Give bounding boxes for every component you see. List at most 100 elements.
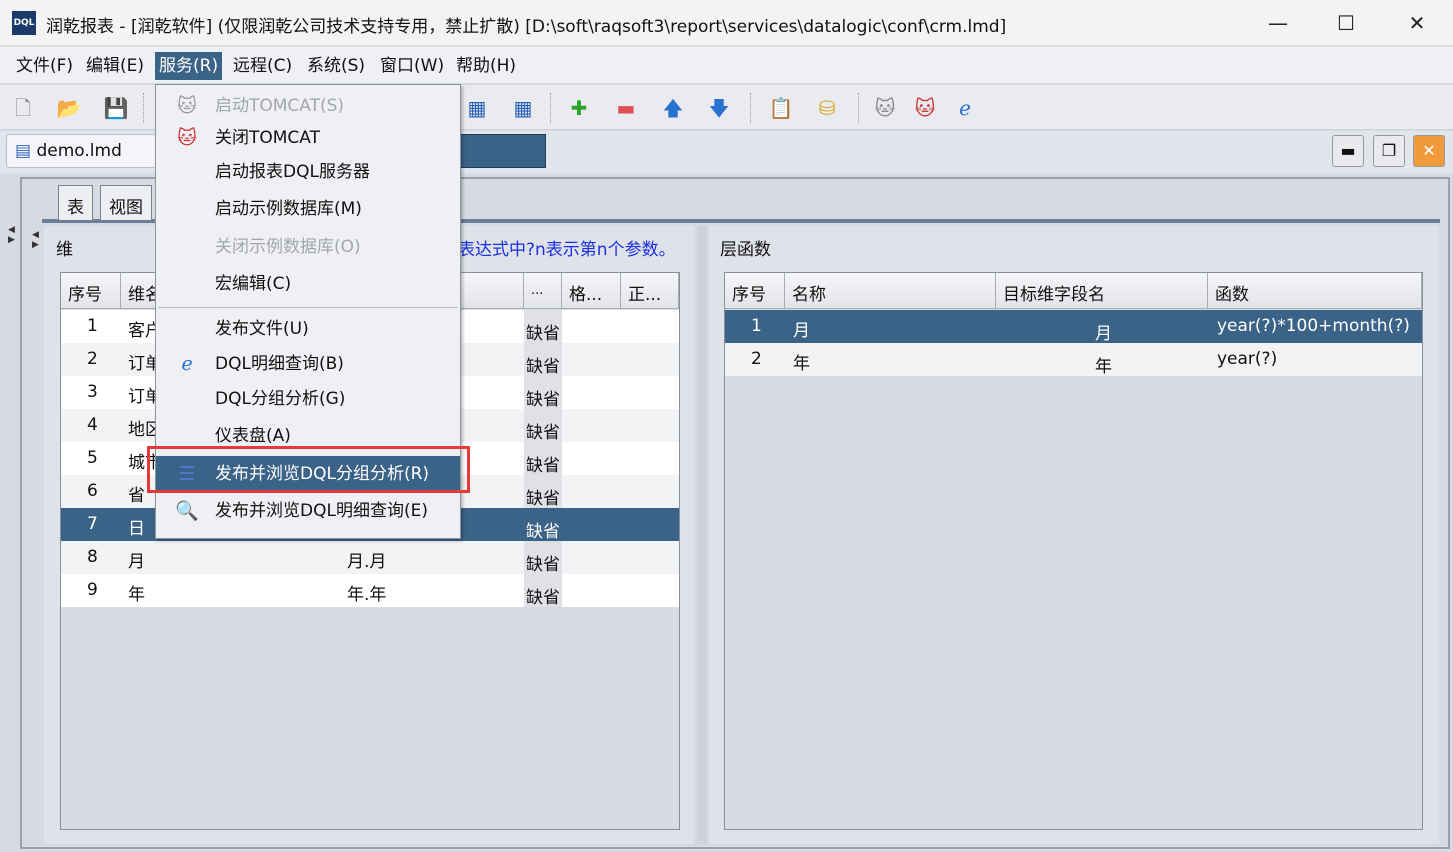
add-icon[interactable]: ✚	[566, 95, 592, 121]
menu-item[interactable]: ℯ DQL明细查询(B)	[156, 346, 460, 382]
menu-item-label: 启动报表DQL服务器	[215, 162, 370, 182]
mdi-close-button[interactable]: ✕	[1413, 135, 1445, 167]
tomcat-start-icon[interactable]: 🐱	[872, 95, 898, 121]
close-button[interactable]: ✕	[1397, 8, 1437, 38]
menu-item-label: 关闭TOMCAT	[215, 128, 320, 148]
save-icon[interactable]: 💾	[103, 95, 129, 121]
row-expr: 月.月	[347, 552, 387, 572]
menu-help[interactable]: 帮助(H)	[452, 52, 520, 80]
document-icon: ▤	[15, 141, 37, 161]
menu-item[interactable]: 发布文件(U)	[156, 311, 460, 347]
ie-icon[interactable]: ℯ	[952, 95, 978, 121]
dimension-title: 维	[56, 240, 73, 260]
window-title: 润乾报表 - [润乾软件] (仅限润乾公司技术支持专用，禁止扩散) [D:\so…	[46, 17, 1007, 37]
append-table-icon[interactable]: ▦	[510, 95, 536, 121]
new-file-icon[interactable]: 🗋	[10, 95, 36, 121]
table-row[interactable]: 9 年 年.年 缺省	[61, 574, 679, 608]
mdi-restore-button[interactable]: ❐	[1373, 135, 1405, 167]
row-name: 月	[793, 321, 810, 341]
col-header-regex[interactable]: 正...	[621, 273, 679, 309]
splitter[interactable]	[697, 226, 707, 844]
row-name: 月	[128, 552, 145, 572]
menu-remote[interactable]: 远程(C)	[229, 52, 296, 80]
maximize-button[interactable]: ☐	[1326, 8, 1366, 38]
menu-item[interactable]: DQL分组分析(G)	[156, 381, 460, 417]
col-header-target-field[interactable]: 目标维字段名	[996, 273, 1208, 309]
document-tab[interactable]: ▤ demo.lmd	[6, 134, 156, 168]
menu-item[interactable]: 🐱 启动TOMCAT(S)	[156, 88, 460, 124]
copy-icon[interactable]: 📋	[768, 95, 794, 121]
col-header-no[interactable]: 序号	[725, 273, 785, 309]
row-format: 缺省	[526, 390, 560, 410]
minimize-button[interactable]: —	[1258, 8, 1298, 38]
menu-item[interactable]: 🐱 关闭TOMCAT	[156, 120, 460, 156]
collapse-left-icon[interactable]: ◀ ▶	[8, 225, 15, 245]
row-expr: 年.年	[347, 585, 387, 605]
open-folder-icon[interactable]: 📂	[56, 95, 82, 121]
tab-view[interactable]: 视图	[100, 185, 152, 220]
col-header-format[interactable]: 格...	[562, 273, 621, 309]
row-no: 1	[751, 316, 762, 336]
row-no: 6	[87, 481, 98, 501]
row-format: 缺省	[526, 555, 560, 575]
level-function-table: 序号 名称 目标维字段名 函数 1 月 月 year(?)*100+month(…	[724, 272, 1423, 830]
col-header-function[interactable]: 函数	[1208, 273, 1422, 309]
row-format: 缺省	[526, 489, 560, 509]
menu-item[interactable]: 关闭示例数据库(O)	[156, 229, 460, 265]
move-up-icon[interactable]: 🡅	[660, 95, 686, 121]
highlight-box	[147, 446, 470, 493]
menu-item[interactable]: 宏编辑(C)	[156, 266, 460, 302]
table-row[interactable]: 1 月 月 year(?)*100+month(?)	[725, 310, 1422, 344]
collapse-left-icon-2[interactable]: ◀ ▶	[32, 230, 39, 250]
menu-item-label: DQL分组分析(G)	[215, 389, 346, 409]
preview-icon: 🔍	[175, 500, 199, 522]
row-no: 7	[87, 514, 98, 534]
row-function: year(?)*100+month(?)	[1217, 316, 1410, 336]
table-row[interactable]: 2 年 年 year(?)	[725, 343, 1422, 377]
menu-item[interactable]: 🔍 发布并浏览DQL明细查询(E)	[156, 493, 460, 529]
tomcat-stop-icon: 🐱	[177, 127, 197, 149]
row-no: 8	[87, 547, 98, 567]
document-tab-active[interactable]	[460, 134, 546, 168]
app-icon: DQL	[12, 11, 36, 35]
ie-icon: ℯ	[181, 353, 193, 375]
row-no: 9	[87, 580, 98, 600]
menu-file[interactable]: 文件(F)	[12, 52, 77, 80]
mdi-minimize-button[interactable]: ▬	[1332, 135, 1364, 167]
menu-item-label: 关闭示例数据库(O)	[215, 237, 361, 257]
row-name: 年	[793, 354, 810, 374]
insert-table-icon[interactable]: ▦	[464, 95, 490, 121]
row-target: 年	[1095, 357, 1112, 377]
menu-edit[interactable]: 编辑(E)	[82, 52, 148, 80]
col-header-no[interactable]: 序号	[61, 273, 121, 309]
menu-bar: 文件(F) 编辑(E) 服务(R) 远程(C) 系统(S) 窗口(W) 帮助(H…	[0, 47, 1453, 83]
row-format: 缺省	[526, 588, 560, 608]
col-header-more[interactable]: ...	[524, 273, 562, 309]
menu-item-label: 发布并浏览DQL明细查询(E)	[215, 501, 428, 521]
tab-table[interactable]: 表	[58, 185, 93, 220]
remove-icon[interactable]: ▬	[613, 95, 639, 121]
row-no: 5	[87, 448, 98, 468]
row-no: 3	[87, 382, 98, 402]
table-row[interactable]: 8 月 月.月 缺省	[61, 541, 679, 575]
menu-item-label: 启动示例数据库(M)	[215, 199, 362, 219]
menu-item[interactable]: 启动示例数据库(M)	[156, 191, 460, 227]
row-name: 日	[128, 519, 145, 539]
menu-item-label: 启动TOMCAT(S)	[215, 96, 345, 116]
row-format: 缺省	[526, 324, 560, 344]
menu-item[interactable]: 启动报表DQL服务器	[156, 154, 460, 190]
row-no: 4	[87, 415, 98, 435]
menu-service[interactable]: 服务(R)	[155, 52, 223, 80]
database-icon[interactable]: ⛁	[814, 95, 840, 121]
menu-window[interactable]: 窗口(W)	[376, 52, 448, 80]
row-name: 年	[128, 585, 145, 605]
menu-item-label: 宏编辑(C)	[215, 274, 292, 294]
row-function: year(?)	[1217, 349, 1278, 369]
row-name: 省	[128, 486, 145, 506]
tomcat-stop-icon[interactable]: 🐱	[912, 95, 938, 121]
menu-separator	[158, 307, 458, 308]
menu-system[interactable]: 系统(S)	[303, 52, 369, 80]
move-down-icon[interactable]: 🡇	[706, 95, 732, 121]
col-header-name[interactable]: 名称	[785, 273, 996, 309]
row-target: 月	[1095, 324, 1112, 344]
